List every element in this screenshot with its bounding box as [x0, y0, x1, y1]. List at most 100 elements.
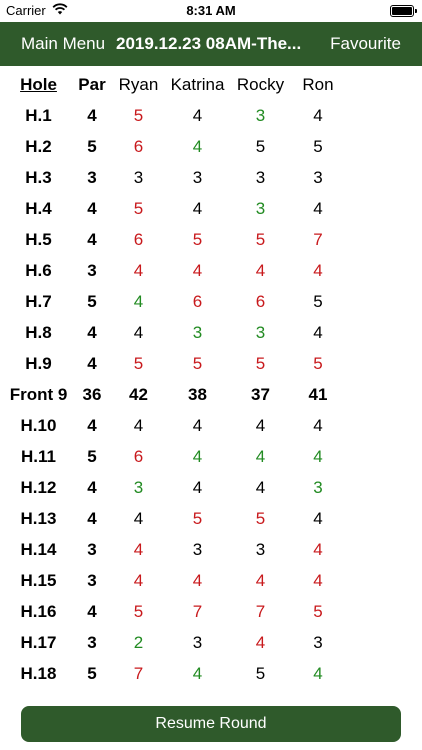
- score-cell[interactable]: 5: [170, 348, 225, 379]
- score-cell[interactable]: 2: [107, 627, 170, 658]
- score-cell[interactable]: 6: [107, 441, 170, 472]
- score-cell[interactable]: 4: [225, 472, 296, 503]
- score-cell[interactable]: 4: [225, 441, 296, 472]
- hole-cell: H.15: [20, 570, 57, 590]
- header-player: Ryan: [118, 74, 159, 94]
- score-cell[interactable]: 3: [296, 627, 340, 658]
- score-cell[interactable]: 4: [296, 193, 340, 224]
- score-cell[interactable]: 4: [225, 565, 296, 596]
- table-row: H.17 3 2 3 4 3: [0, 627, 340, 658]
- score-cell[interactable]: 5: [296, 131, 340, 162]
- score-cell[interactable]: 3: [296, 162, 340, 193]
- score-cell[interactable]: 3: [225, 534, 296, 565]
- favourite-button[interactable]: Favourite: [330, 34, 401, 54]
- score-cell[interactable]: 37: [225, 379, 296, 410]
- score-cell[interactable]: 5: [296, 348, 340, 379]
- scorecard-table: Hole Par Ryan Katrina Rocky Ron H.1 4 5 4 3 4 H.2 5 6…: [0, 69, 340, 689]
- hole-cell: H.14: [20, 539, 57, 559]
- par-cell: 4: [87, 601, 97, 621]
- round-title: 2019.12.23 08AM-The...: [116, 34, 302, 53]
- score-cell[interactable]: 3: [107, 162, 170, 193]
- score-cell[interactable]: 3: [225, 193, 296, 224]
- score-cell[interactable]: 5: [225, 131, 296, 162]
- score-cell[interactable]: 3: [296, 472, 340, 503]
- score-cell[interactable]: 4: [296, 410, 340, 441]
- score-cell[interactable]: 3: [170, 317, 225, 348]
- score-cell[interactable]: 4: [107, 286, 170, 317]
- table-row: H.8 4 4 3 3 4: [0, 317, 340, 348]
- score-cell[interactable]: 4: [296, 255, 340, 286]
- score-cell[interactable]: 4: [107, 503, 170, 534]
- score-cell[interactable]: 5: [170, 224, 225, 255]
- score-cell[interactable]: 4: [170, 100, 225, 131]
- score-cell[interactable]: 38: [170, 379, 225, 410]
- par-cell: 3: [87, 570, 97, 590]
- score-cell[interactable]: 4: [296, 317, 340, 348]
- score-cell[interactable]: 4: [225, 410, 296, 441]
- score-cell[interactable]: 5: [107, 193, 170, 224]
- score-cell[interactable]: 4: [225, 627, 296, 658]
- hole-cell: H.5: [25, 229, 52, 249]
- score-cell[interactable]: 4: [296, 100, 340, 131]
- score-cell[interactable]: 5: [107, 348, 170, 379]
- score-cell[interactable]: 42: [107, 379, 170, 410]
- score-cell[interactable]: 4: [170, 131, 225, 162]
- score-cell[interactable]: 4: [170, 410, 225, 441]
- main-menu-button[interactable]: Main Menu: [21, 34, 105, 54]
- score-cell[interactable]: 6: [225, 286, 296, 317]
- score-cell[interactable]: 7: [296, 224, 340, 255]
- hole-cell: H.13: [20, 508, 57, 528]
- score-cell[interactable]: 4: [296, 534, 340, 565]
- par-cell: 3: [87, 632, 97, 652]
- score-cell[interactable]: 4: [107, 255, 170, 286]
- score-cell[interactable]: 5: [225, 348, 296, 379]
- score-cell[interactable]: 5: [225, 658, 296, 689]
- score-cell[interactable]: 4: [296, 441, 340, 472]
- header-player: Ron: [302, 74, 334, 94]
- par-cell: 5: [87, 136, 97, 156]
- score-cell[interactable]: 3: [225, 162, 296, 193]
- score-cell[interactable]: 3: [170, 534, 225, 565]
- score-cell[interactable]: 3: [107, 472, 170, 503]
- score-cell[interactable]: 4: [107, 534, 170, 565]
- score-cell[interactable]: 5: [296, 286, 340, 317]
- score-cell[interactable]: 4: [170, 472, 225, 503]
- score-cell[interactable]: 6: [107, 131, 170, 162]
- score-cell[interactable]: 4: [170, 441, 225, 472]
- score-cell[interactable]: 4: [296, 565, 340, 596]
- score-cell[interactable]: 3: [225, 100, 296, 131]
- score-cell[interactable]: 4: [170, 565, 225, 596]
- score-cell[interactable]: 5: [107, 596, 170, 627]
- status-time: 8:31 AM: [186, 3, 236, 18]
- score-cell[interactable]: 5: [225, 224, 296, 255]
- score-cell[interactable]: 5: [170, 503, 225, 534]
- score-cell[interactable]: 4: [107, 317, 170, 348]
- score-cell[interactable]: 4: [225, 255, 296, 286]
- score-cell[interactable]: 4: [107, 410, 170, 441]
- score-cell[interactable]: 7: [170, 596, 225, 627]
- resume-round-button[interactable]: Resume Round: [21, 706, 401, 742]
- hole-cell: H.12: [20, 477, 57, 497]
- par-cell: 4: [87, 477, 97, 497]
- score-cell[interactable]: 5: [225, 503, 296, 534]
- score-cell[interactable]: 3: [170, 627, 225, 658]
- score-cell[interactable]: 4: [170, 193, 225, 224]
- score-cell[interactable]: 4: [170, 658, 225, 689]
- table-row: H.7 5 4 6 6 5: [0, 286, 340, 317]
- score-cell[interactable]: 4: [296, 658, 340, 689]
- hole-cell: H.6: [25, 260, 52, 280]
- score-cell[interactable]: 5: [107, 100, 170, 131]
- score-cell[interactable]: 4: [107, 565, 170, 596]
- score-cell[interactable]: 3: [225, 317, 296, 348]
- score-cell[interactable]: 4: [170, 255, 225, 286]
- score-cell[interactable]: 7: [107, 658, 170, 689]
- score-cell[interactable]: 4: [296, 503, 340, 534]
- score-cell[interactable]: 3: [170, 162, 225, 193]
- score-cell[interactable]: 41: [296, 379, 340, 410]
- score-cell[interactable]: 6: [107, 224, 170, 255]
- score-cell[interactable]: 6: [170, 286, 225, 317]
- header-hole: Hole: [0, 69, 77, 100]
- table-row: H.13 4 4 5 5 4: [0, 503, 340, 534]
- score-cell[interactable]: 5: [296, 596, 340, 627]
- score-cell[interactable]: 7: [225, 596, 296, 627]
